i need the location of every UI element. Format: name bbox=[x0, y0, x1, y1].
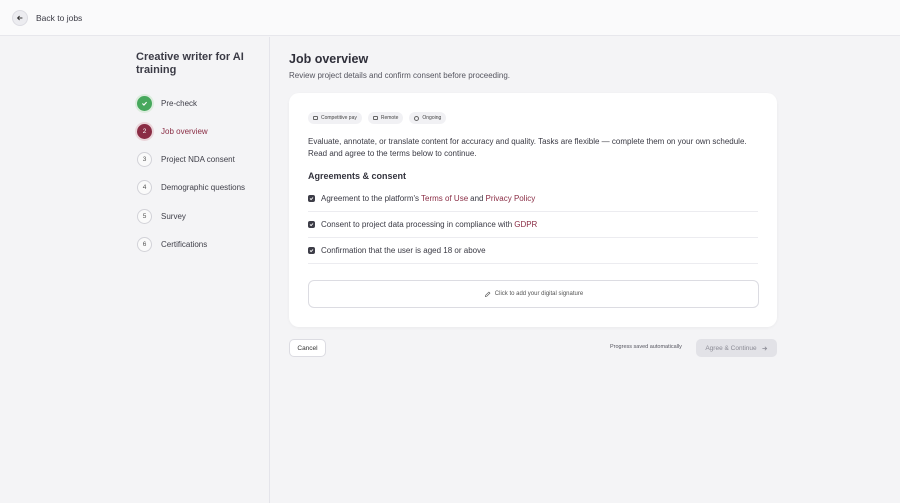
agreement-terms-row[interactable]: Agreement to the platform's Terms of Use… bbox=[308, 186, 758, 212]
tag-label: Remote bbox=[380, 115, 399, 121]
top-bar: Back to jobs bbox=[0, 0, 900, 36]
agreement-text: Consent to project data processing in co… bbox=[321, 220, 513, 229]
terms-of-use-link[interactable]: Terms of Use bbox=[421, 194, 468, 203]
arrow-left-icon bbox=[16, 15, 23, 20]
step-label: Survey bbox=[161, 211, 186, 221]
agreement-age-row[interactable]: Confirmation that the user is aged 18 or… bbox=[308, 238, 758, 264]
step-project-nda-consent[interactable]: 3 Project NDA consent bbox=[137, 151, 235, 167]
page-title: Job overview bbox=[289, 52, 369, 66]
step-label: Certifications bbox=[161, 239, 208, 249]
back-button[interactable] bbox=[12, 9, 28, 26]
gdpr-link[interactable]: GDPR bbox=[514, 220, 537, 229]
step-number: 6 bbox=[137, 236, 152, 252]
step-number: 5 bbox=[137, 208, 152, 224]
tag-remote: Remote bbox=[367, 112, 404, 124]
agreement-text: Confirmation that the user is aged 18 or… bbox=[321, 246, 486, 255]
job-overview-card: Competitive pay Remote Ongoing Evaluate,… bbox=[289, 93, 777, 327]
agreement-age-checkbox[interactable] bbox=[308, 247, 315, 254]
step-pre-check[interactable]: Pre-check bbox=[137, 95, 197, 111]
back-to-jobs-link[interactable]: Back to jobs bbox=[36, 13, 82, 23]
signature-field[interactable]: Click to add your digital signature bbox=[308, 280, 759, 308]
step-label: Job overview bbox=[161, 126, 208, 136]
step-label: Pre-check bbox=[161, 98, 198, 108]
agreement-text: Agreement to the platform's bbox=[321, 194, 420, 203]
cancel-button[interactable]: Cancel bbox=[289, 339, 326, 357]
step-certifications[interactable]: 6 Certifications bbox=[137, 236, 207, 252]
step-job-overview[interactable]: 2 Job overview bbox=[137, 123, 208, 139]
agreement-text: and bbox=[470, 194, 484, 203]
continue-label: Agree & Continue bbox=[705, 344, 757, 352]
signature-label: Click to add your digital signature bbox=[494, 291, 584, 297]
sidebar-job-title: Creative writer for AI training bbox=[136, 51, 244, 76]
tag-label: Competitive pay bbox=[321, 115, 357, 121]
privacy-policy-link[interactable]: Privacy Policy bbox=[486, 194, 536, 203]
job-description: Evaluate, annotate, or translate content… bbox=[308, 137, 747, 158]
step-label: Demographic questions bbox=[161, 182, 246, 192]
check-icon bbox=[137, 95, 152, 111]
step-survey[interactable]: 5 Survey bbox=[137, 208, 186, 224]
step-number: 2 bbox=[137, 123, 152, 139]
agreement-terms-checkbox[interactable] bbox=[308, 195, 315, 202]
step-demographic-questions[interactable]: 4 Demographic questions bbox=[137, 179, 245, 195]
step-number: 4 bbox=[137, 179, 152, 195]
clock-icon bbox=[414, 115, 420, 121]
sidebar: Creative writer for AI training Pre-chec… bbox=[0, 37, 270, 503]
agree-continue-button[interactable]: Agree & Continue bbox=[696, 339, 777, 357]
step-label: Project NDA consent bbox=[161, 154, 235, 164]
money-icon bbox=[313, 116, 318, 120]
tag-ongoing: Ongoing bbox=[409, 112, 447, 124]
tag-competitive-pay: Competitive pay bbox=[308, 112, 362, 124]
step-number: 3 bbox=[137, 151, 152, 167]
agreement-gdpr-checkbox[interactable] bbox=[308, 221, 315, 228]
page-subtitle: Review project details and confirm conse… bbox=[289, 71, 511, 80]
progress-saved-note: Progress saved automatically bbox=[610, 344, 682, 350]
pen-icon bbox=[484, 291, 491, 297]
agreement-gdpr-row[interactable]: Consent to project data processing in co… bbox=[308, 212, 758, 238]
monitor-icon bbox=[372, 116, 378, 120]
arrow-right-icon bbox=[762, 345, 767, 351]
tag-label: Ongoing bbox=[422, 115, 442, 121]
agreements-heading: Agreements & consent bbox=[308, 171, 407, 181]
job-tags: Competitive pay Remote Ongoing bbox=[308, 112, 447, 124]
